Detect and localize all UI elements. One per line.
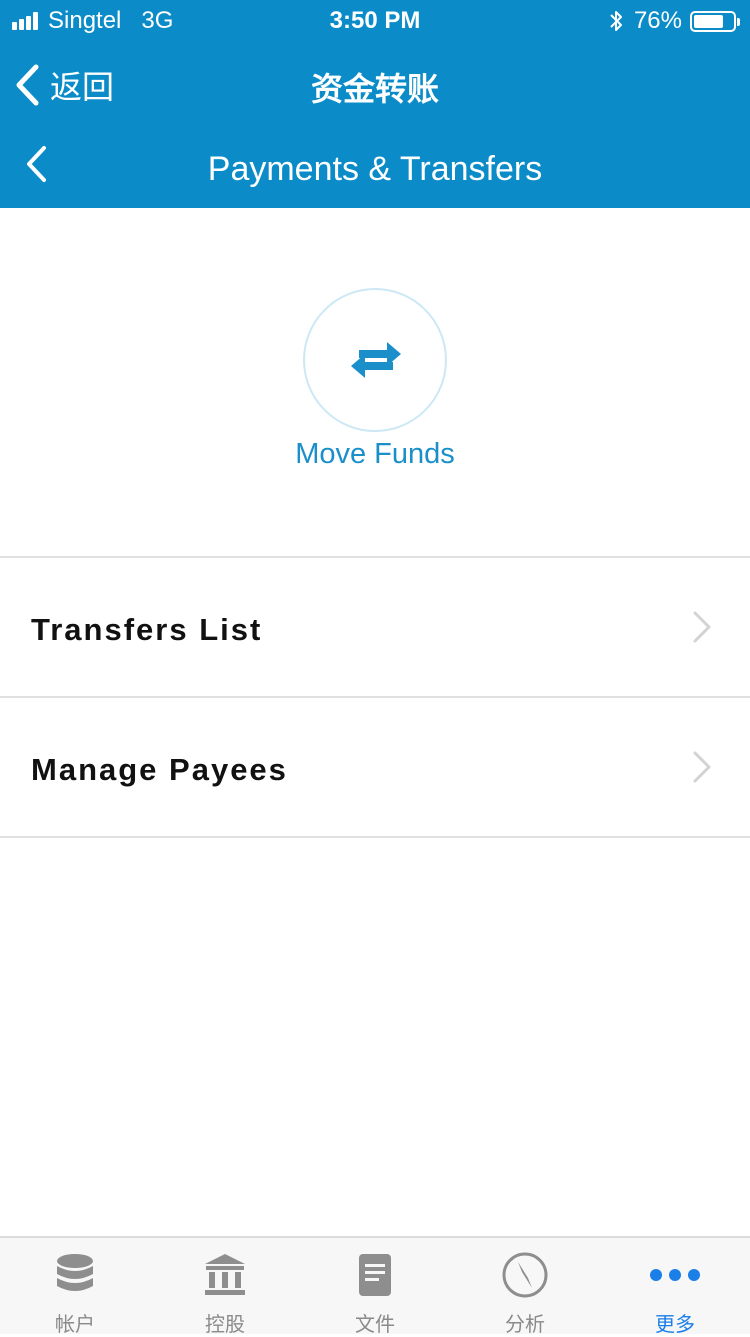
tab-analysis[interactable]: 分析 (450, 1238, 600, 1336)
inner-nav-bar: Payments & Transfers (0, 126, 750, 206)
move-funds-label[interactable]: Move Funds (0, 438, 750, 471)
tab-bar: 帐户 控股 文件 分析 更多 (0, 1236, 750, 1336)
transfers-list-row[interactable]: Transfers List (0, 558, 750, 696)
status-right: 76% (608, 7, 740, 35)
compass-icon (502, 1252, 548, 1298)
tab-label: 控股 (205, 1314, 245, 1336)
status-bar: Singtel 3G 3:50 PM 76% (0, 0, 750, 40)
transfers-list-label: Transfers List (31, 612, 263, 647)
document-icon (359, 1254, 391, 1296)
battery-tip (737, 17, 740, 26)
chevron-right-icon (693, 611, 711, 643)
outer-page-title: 资金转账 (310, 71, 439, 107)
battery-fill (694, 14, 723, 28)
chevron-right-icon (693, 751, 711, 783)
move-funds-section: Move Funds (0, 208, 750, 556)
manage-payees-row[interactable]: Manage Payees (0, 698, 750, 836)
tab-accounts[interactable]: 帐户 (0, 1238, 150, 1336)
swap-arrows-icon (351, 342, 401, 378)
manage-payees-label: Manage Payees (31, 752, 288, 787)
tab-holdings[interactable]: 控股 (150, 1238, 300, 1336)
app-header: Singtel 3G 3:50 PM 76% 返回 资金转账 Payments … (0, 0, 750, 208)
more-dots-icon (650, 1269, 700, 1281)
tab-documents[interactable]: 文件 (300, 1238, 450, 1336)
tab-label: 分析 (505, 1314, 545, 1336)
tab-label: 帐户 (55, 1314, 95, 1336)
battery-icon (690, 10, 740, 32)
outer-nav-bar: 返回 资金转账 (0, 46, 750, 122)
battery-percent: 76% (633, 7, 682, 34)
tab-label: 更多 (655, 1314, 695, 1336)
page-title: Payments & Transfers (207, 150, 543, 188)
database-icon (57, 1254, 93, 1291)
move-funds-button[interactable] (303, 288, 447, 432)
bluetooth-icon (610, 11, 622, 31)
bank-icon (205, 1254, 245, 1295)
tab-more[interactable]: 更多 (600, 1238, 750, 1336)
tab-label: 文件 (355, 1314, 395, 1336)
divider (0, 836, 750, 838)
